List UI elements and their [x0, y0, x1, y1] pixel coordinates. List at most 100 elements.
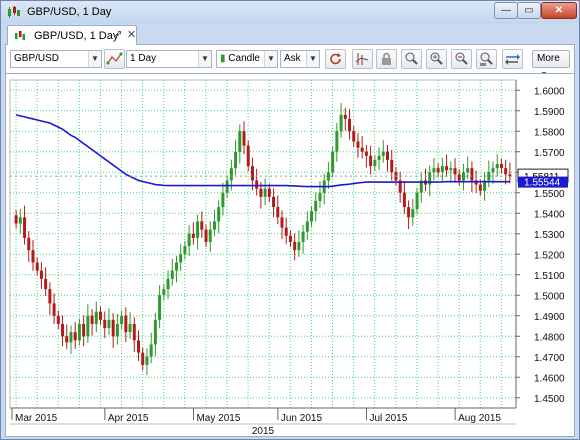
candle-bear — [386, 151, 389, 160]
candle-bull — [491, 168, 495, 173]
x-tick-label: Aug 2015 — [458, 413, 501, 424]
candle-bull — [225, 180, 229, 193]
candle-bull — [301, 231, 305, 242]
candle-bear — [65, 336, 69, 343]
price-axis: 1.60001.59001.58001.57001.56001.55001.54… — [10, 80, 569, 408]
zoom-fit-button[interactable] — [476, 49, 497, 69]
candle-bear — [191, 233, 195, 238]
candle-bull — [234, 151, 238, 169]
candle-bear — [276, 207, 280, 218]
candle-bull — [415, 192, 419, 210]
candles — [14, 103, 512, 375]
y-tick-label: 1.5400 — [534, 209, 565, 220]
candle-bear — [99, 311, 103, 320]
window-title: GBP/USD, 1 Day — [27, 6, 112, 18]
candle-bear — [343, 114, 347, 119]
candle-bear — [250, 166, 254, 181]
candle-bull — [461, 172, 465, 181]
candle-bear — [90, 315, 94, 324]
candle-bull — [335, 131, 339, 152]
candle-bull — [208, 229, 212, 242]
refresh-button[interactable] — [325, 49, 346, 69]
candle-bull — [120, 315, 124, 324]
candle-bear — [369, 155, 373, 167]
trade-button[interactable] — [502, 49, 523, 69]
title-bar[interactable]: GBP/USD, 1 Day — ▭ ✕ — [1, 1, 579, 23]
candle-bull — [183, 246, 187, 255]
candle-bear — [137, 340, 140, 353]
chevron-down-icon: ▼ — [88, 51, 101, 67]
candle-bear — [23, 217, 27, 238]
candle-bull — [373, 159, 377, 167]
candle-bear — [52, 303, 56, 316]
candle-bear — [124, 315, 128, 333]
candle-bear — [402, 192, 406, 208]
candle-bull — [18, 217, 22, 224]
candle-bear — [356, 141, 360, 148]
chart-area[interactable]: 1.60001.59001.58001.57001.56001.55001.54… — [5, 73, 575, 437]
y-tick-label: 1.5500 — [534, 189, 565, 200]
candle-bull — [466, 168, 470, 173]
candle-bear — [48, 289, 52, 304]
tab-label: GBP/USD, 1 Day — [34, 30, 119, 42]
y-tick-label: 1.4600 — [534, 373, 565, 384]
indicators-button[interactable] — [352, 49, 373, 69]
candle-bull — [158, 295, 162, 320]
chevron-down-icon: ▼ — [306, 51, 319, 67]
tab-close-icon[interactable]: ✕ — [127, 28, 136, 41]
more-button[interactable]: More ▼ — [532, 50, 570, 79]
candle-tab-icon — [15, 31, 25, 40]
candle-bear — [293, 241, 297, 251]
candle-bull — [377, 155, 381, 160]
tab-gbpusd[interactable]: GBP/USD, 1 Day ⇗ ✕ — [7, 25, 137, 46]
instrument-value: GBP/USD — [14, 53, 60, 64]
candle-bull — [297, 241, 301, 251]
zoom-in-button[interactable] — [426, 49, 447, 69]
candle-bear — [255, 180, 259, 189]
candle-bull — [196, 221, 200, 238]
chart-app-icon — [8, 6, 20, 18]
candle-bear — [61, 323, 65, 337]
y-tick-label: 1.5300 — [534, 230, 565, 241]
candle-bear — [436, 168, 440, 173]
zoom-button[interactable] — [401, 49, 422, 69]
candle-bull — [149, 344, 153, 357]
candle-bull — [495, 164, 499, 169]
candle-type-icon: ▮ — [220, 53, 226, 64]
side-select[interactable]: Ask ▼ — [280, 50, 320, 68]
close-button[interactable]: ✕ — [541, 2, 577, 19]
candle-bear — [348, 118, 352, 132]
lock-button[interactable] — [376, 49, 397, 69]
chart-type-select[interactable]: ▮ Candle ▼ — [216, 50, 278, 68]
drawing-tools-icon[interactable] — [104, 49, 125, 69]
candle-bull — [145, 356, 149, 365]
instrument-select[interactable]: GBP/USD ▼ — [10, 50, 102, 68]
candle-bear — [445, 166, 449, 171]
y-tick-label: 1.4500 — [534, 394, 565, 405]
year-label: 2015 — [252, 426, 275, 436]
y-tick-label: 1.5900 — [534, 107, 565, 118]
candle-bull — [179, 254, 183, 263]
candle-bull — [166, 278, 170, 290]
candle-bull — [487, 172, 491, 181]
x-tick-label: Apr 2015 — [108, 413, 149, 424]
plot-frame — [9, 79, 517, 409]
candle-bull — [77, 323, 81, 341]
candle-bear — [242, 131, 246, 146]
candle-bull — [107, 319, 111, 329]
candle-bear — [259, 188, 263, 197]
chart-toolbar: GBP/USD ▼ 1 Day ▼ ▮ Candle ▼ Ask ▼ More — [5, 45, 575, 79]
period-select[interactable]: 1 Day ▼ — [126, 50, 212, 68]
candle-bull — [263, 188, 267, 197]
candle-bull — [440, 166, 444, 173]
popout-icon[interactable]: ⇗ — [114, 29, 122, 40]
zoom-out-button[interactable] — [451, 49, 472, 69]
candle-bear — [111, 319, 115, 337]
restore-button[interactable]: ▭ — [517, 2, 541, 19]
candle-bull — [69, 332, 73, 343]
x-tick-label: Jun 2015 — [281, 413, 323, 424]
minimize-button[interactable]: — — [494, 2, 518, 19]
price-chart[interactable]: 1.60001.59001.58001.57001.56001.55001.54… — [6, 74, 574, 436]
candle-bull — [221, 192, 225, 208]
candle-bull — [411, 209, 415, 218]
